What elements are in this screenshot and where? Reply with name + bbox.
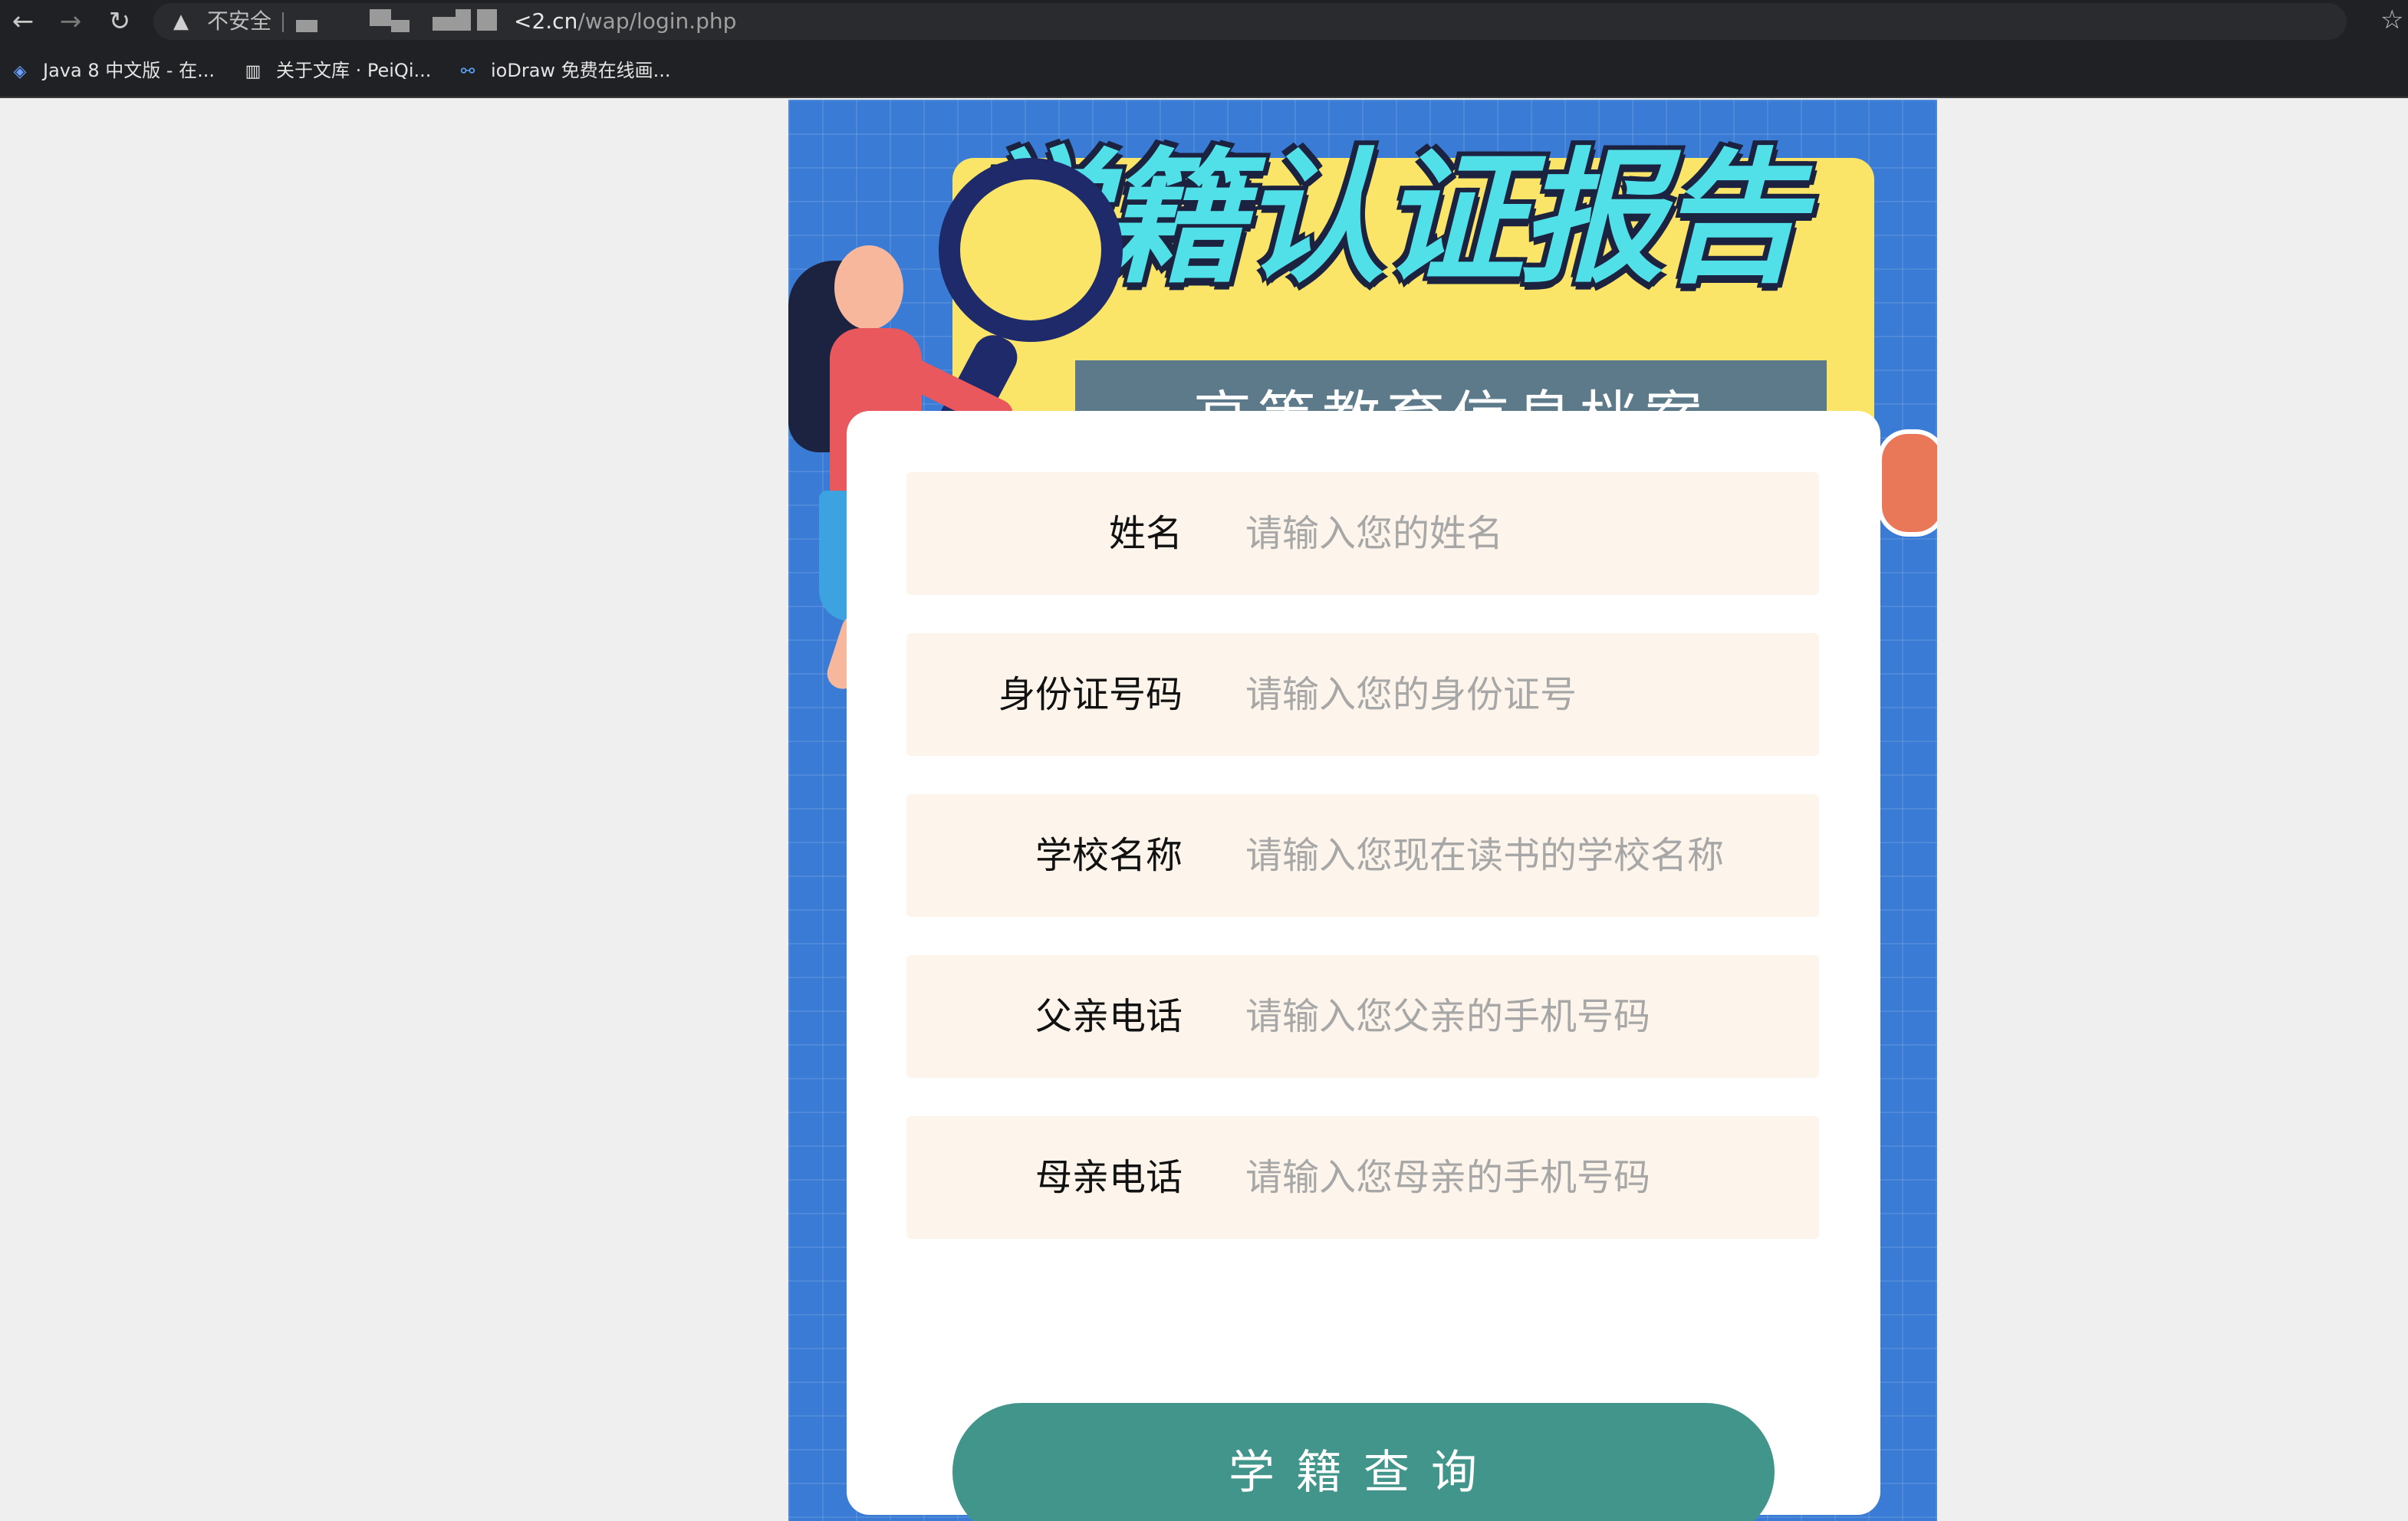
father-phone-input[interactable] (1244, 978, 1796, 1055)
robot-illustration (1877, 429, 1937, 537)
bookmark-diagram-icon: ⚯ (460, 62, 475, 81)
redacted-url-block (370, 9, 391, 26)
bookmark-iodraw[interactable]: ⚯ ioDraw 免费在线画... (456, 58, 671, 83)
url-domain: <2.cn (514, 8, 578, 34)
bookmark-label: ioDraw 免费在线画... (491, 60, 671, 81)
field-mother-phone: 母亲电话 (906, 1116, 1819, 1239)
bookmark-java8[interactable]: ◈ Java 8 中文版 - 在... (8, 58, 215, 83)
browser-toolbar: ← → ↻ ▲ 不安全 <2.cn/wap/login.php ⚿ ⇪ ☆ (0, 0, 2408, 43)
bookmarks-bar: ◈ Java 8 中文版 - 在... ▥ 关于文库 · PeiQi... ⚯ ioD… (0, 43, 2408, 98)
field-label-name: 姓名 (1108, 512, 1183, 555)
redacted-url-block (391, 20, 410, 32)
name-input[interactable] (1244, 495, 1796, 572)
redacted-url-block (477, 9, 497, 31)
bookmark-label: Java 8 中文版 - 在... (43, 60, 215, 81)
bookmark-favicon-icon: ◈ (13, 62, 27, 81)
field-id-number: 身份证号码 (906, 633, 1819, 756)
school-name-input[interactable] (1244, 817, 1796, 894)
redacted-url-block (433, 17, 456, 31)
url-path: /wap/login.php (577, 8, 737, 34)
bookmark-label: 关于文库 · PeiQi... (276, 60, 432, 81)
bookmark-peiqi[interactable]: ▥ 关于文库 · PeiQi... (241, 58, 432, 83)
warning-triangle-icon: ▲ (173, 10, 189, 33)
mobile-viewport: 高等教育信息档案 学籍认证报告 姓名 身份证号码 (788, 100, 1937, 1521)
field-label-id-number: 身份证号码 (998, 673, 1183, 716)
field-father-phone: 父亲电话 (906, 955, 1819, 1078)
page-background: 高等教育信息档案 学籍认证报告 姓名 身份证号码 (0, 100, 2408, 1521)
redacted-url-block (296, 20, 317, 32)
mother-phone-input[interactable] (1244, 1139, 1796, 1216)
reload-icon[interactable]: ↻ (103, 5, 137, 38)
query-submit-button[interactable]: 学籍查询 (952, 1403, 1775, 1521)
field-label-mother-phone: 母亲电话 (1035, 1156, 1183, 1199)
field-label-father-phone: 父亲电话 (1035, 995, 1183, 1038)
bookmark-book-icon: ▥ (245, 62, 262, 81)
login-form-card: 姓名 身份证号码 学校名称 父亲电话 母亲电话 学籍查询 (847, 411, 1880, 1521)
redacted-url-block (456, 9, 471, 31)
omnibox-separator (282, 12, 284, 32)
field-school: 学校名称 (906, 794, 1819, 917)
back-arrow-icon[interactable]: ← (6, 5, 40, 38)
url-text: <2.cn/wap/login.php (514, 8, 736, 35)
field-name: 姓名 (906, 472, 1819, 595)
star-icon[interactable]: ☆ (2380, 5, 2403, 35)
forward-arrow-icon[interactable]: → (54, 5, 87, 38)
security-status[interactable]: 不安全 (207, 8, 271, 35)
id-number-input[interactable] (1244, 656, 1796, 733)
field-label-school: 学校名称 (1035, 834, 1183, 877)
address-bar[interactable]: ▲ 不安全 <2.cn/wap/login.php ⚿ ⇪ (153, 3, 2347, 40)
girl-head (834, 245, 903, 330)
